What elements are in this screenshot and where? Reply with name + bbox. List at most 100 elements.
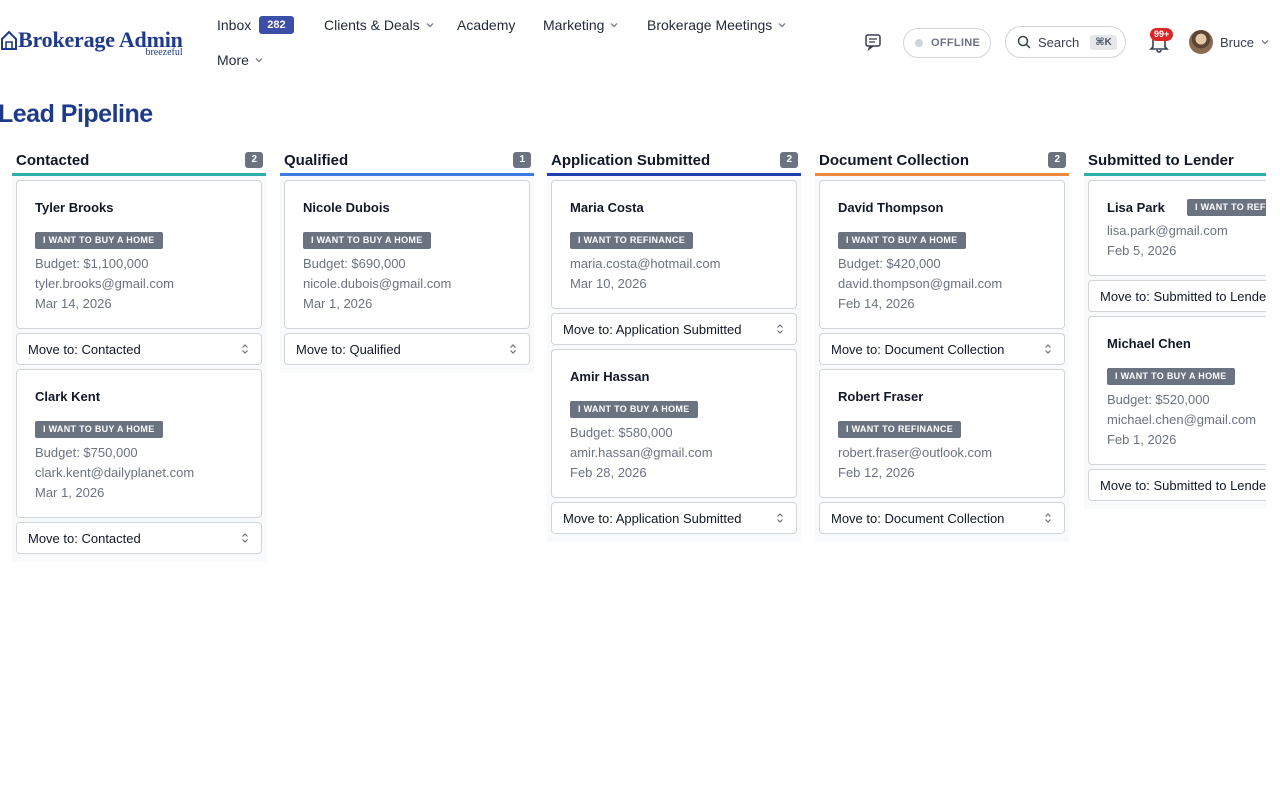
column-title: Application Submitted xyxy=(551,151,711,169)
lead-card[interactable]: David Thompson I WANT TO BUY A HOME Budg… xyxy=(819,180,1065,329)
lead-date: Feb 1, 2026 xyxy=(1107,432,1177,447)
select-arrows-icon xyxy=(242,533,248,543)
lead-card[interactable]: Nicole Dubois I WANT TO BUY A HOME Budge… xyxy=(284,180,530,329)
lead-email: maria.costa@hotmail.com xyxy=(570,256,721,271)
top-header: Brokerage Admin breezeful Inbox 282 Clie… xyxy=(0,0,1280,92)
brand-logo[interactable]: Brokerage Admin breezeful xyxy=(0,27,183,58)
pipeline-column-submitted-to-lender: Submitted to Lender Lisa Park I WANT TO … xyxy=(1084,148,1266,509)
status-toggle[interactable]: OFFLINE xyxy=(903,28,991,58)
lead-date: Mar 10, 2026 xyxy=(570,276,647,291)
column-count-badge: 2 xyxy=(1048,152,1066,168)
move-stage-value: Move to: Contacted xyxy=(28,341,141,357)
column-header: Contacted 2 xyxy=(12,148,266,172)
move-stage-select[interactable]: Move to: Submitted to Lende xyxy=(1088,280,1266,312)
nav-clients-deals[interactable]: Clients & Deals xyxy=(324,15,434,35)
select-arrows-icon xyxy=(1045,344,1051,354)
lead-name: Robert Fraser xyxy=(838,389,924,404)
nav-inbox-label: Inbox xyxy=(217,17,252,33)
move-stage-select[interactable]: Move to: Application Submitted xyxy=(551,502,797,534)
lead-card[interactable]: Tyler Brooks I WANT TO BUY A HOME Budget… xyxy=(16,180,262,329)
lead-card[interactable]: Robert Fraser I WANT TO REFINANCE robert… xyxy=(819,369,1065,498)
column-title: Qualified xyxy=(284,151,349,169)
column-header: Application Submitted 2 xyxy=(547,148,801,172)
nav-marketing[interactable]: Marketing xyxy=(543,15,618,35)
move-stage-select[interactable]: Move to: Contacted xyxy=(16,333,262,365)
pipeline-column-application-submitted: Application Submitted 2 Maria Costa I WA… xyxy=(547,148,801,542)
move-stage-select[interactable]: Move to: Document Collection xyxy=(819,333,1065,365)
move-stage-select[interactable]: Move to: Application Submitted xyxy=(551,313,797,345)
chevron-down-icon xyxy=(1261,40,1269,45)
search-shortcut: ⌘K xyxy=(1090,34,1117,50)
lead-name: Nicole Dubois xyxy=(303,200,390,215)
user-name: Bruce xyxy=(1220,34,1254,50)
lead-budget: Budget: $750,000 xyxy=(35,445,138,460)
column-title: Document Collection xyxy=(819,151,970,169)
move-stage-value: Move to: Document Collection xyxy=(831,341,1005,357)
lead-email: david.thompson@gmail.com xyxy=(838,276,1003,291)
column-title: Submitted to Lender xyxy=(1088,151,1234,169)
page-title: Lead Pipeline xyxy=(0,100,153,128)
notification-count-badge: 99+ xyxy=(1150,28,1174,41)
user-menu[interactable]: Bruce xyxy=(1189,30,1269,54)
nav-brokerage-meetings[interactable]: Brokerage Meetings xyxy=(647,15,786,35)
column-body: Tyler Brooks I WANT TO BUY A HOME Budget… xyxy=(12,176,266,562)
lead-email: michael.chen@gmail.com xyxy=(1107,412,1257,427)
chevron-down-icon xyxy=(778,23,786,28)
nav-meetings-label: Brokerage Meetings xyxy=(647,17,773,33)
lead-card[interactable]: Maria Costa I WANT TO REFINANCE maria.co… xyxy=(551,180,797,309)
move-stage-value: Move to: Application Submitted xyxy=(563,321,742,337)
nav-inbox[interactable]: Inbox 282 xyxy=(217,15,294,35)
lead-budget: Budget: $520,000 xyxy=(1107,392,1210,407)
search-icon xyxy=(1017,35,1031,49)
nav-academy[interactable]: Academy xyxy=(457,15,515,35)
chevron-down-icon xyxy=(611,23,618,28)
lead-card[interactable]: Clark Kent I WANT TO BUY A HOME Budget: … xyxy=(16,369,262,518)
column-body: Maria Costa I WANT TO REFINANCE maria.co… xyxy=(547,176,801,542)
chat-button[interactable] xyxy=(863,32,883,52)
lead-card[interactable]: Amir Hassan I WANT TO BUY A HOME Budget:… xyxy=(551,349,797,498)
lead-budget: Budget: $580,000 xyxy=(570,425,673,440)
move-stage-value: Move to: Application Submitted xyxy=(563,510,742,526)
search-button[interactable]: Search ⌘K xyxy=(1005,26,1126,58)
nav-academy-label: Academy xyxy=(457,17,516,33)
lead-budget: Budget: $1,100,000 xyxy=(35,256,149,271)
search-label: Search xyxy=(1038,34,1080,50)
select-arrows-icon xyxy=(1045,513,1051,523)
lead-intent-tag: I WANT TO BUY A HOME xyxy=(838,232,966,249)
nav-more[interactable]: More xyxy=(217,50,263,70)
column-body: David Thompson I WANT TO BUY A HOME Budg… xyxy=(815,176,1069,542)
house-logo-icon xyxy=(1,30,17,50)
lead-date: Mar 14, 2026 xyxy=(35,296,112,311)
move-stage-select[interactable]: Move to: Document Collection xyxy=(819,502,1065,534)
column-header: Document Collection 2 xyxy=(815,148,1069,172)
lead-name: Maria Costa xyxy=(570,200,644,215)
lead-name: Michael Chen xyxy=(1107,336,1191,351)
lead-date: Feb 5, 2026 xyxy=(1107,243,1177,258)
move-stage-select[interactable]: Move to: Qualified xyxy=(284,333,530,365)
lead-intent-tag: I WANT TO REFINANCE xyxy=(570,232,694,249)
move-stage-select[interactable]: Move to: Submitted to Lende xyxy=(1088,469,1266,501)
column-body: Lisa Park I WANT TO REFI lisa.park@gmail… xyxy=(1084,176,1266,509)
column-body: Nicole Dubois I WANT TO BUY A HOME Budge… xyxy=(280,176,534,373)
status-label: OFFLINE xyxy=(931,37,981,49)
move-stage-select[interactable]: Move to: Contacted xyxy=(16,522,262,554)
lead-date: Feb 12, 2026 xyxy=(838,465,915,480)
lead-name: Amir Hassan xyxy=(570,369,650,384)
logo-subtext: breezeful xyxy=(145,47,183,58)
column-header: Qualified 1 xyxy=(280,148,534,172)
lead-intent-tag: I WANT TO BUY A HOME xyxy=(570,401,698,418)
lead-intent-tag: I WANT TO REFINANCE xyxy=(838,421,962,438)
lead-name: Clark Kent xyxy=(35,389,101,404)
nav-marketing-label: Marketing xyxy=(543,17,605,33)
lead-name: Tyler Brooks xyxy=(35,200,114,215)
lead-card[interactable]: Michael Chen I WANT TO BUY A HOME Budget… xyxy=(1088,316,1266,465)
avatar xyxy=(1189,30,1213,54)
lead-card[interactable]: Lisa Park I WANT TO REFI lisa.park@gmail… xyxy=(1088,180,1266,276)
select-arrows-icon xyxy=(777,513,783,523)
column-count-badge: 1 xyxy=(513,152,531,168)
lead-date: Feb 28, 2026 xyxy=(570,465,647,480)
lead-intent-tag: I WANT TO BUY A HOME xyxy=(35,421,163,438)
chat-icon xyxy=(865,34,881,51)
move-stage-value: Move to: Qualified xyxy=(296,341,401,357)
select-arrows-icon xyxy=(510,344,516,354)
